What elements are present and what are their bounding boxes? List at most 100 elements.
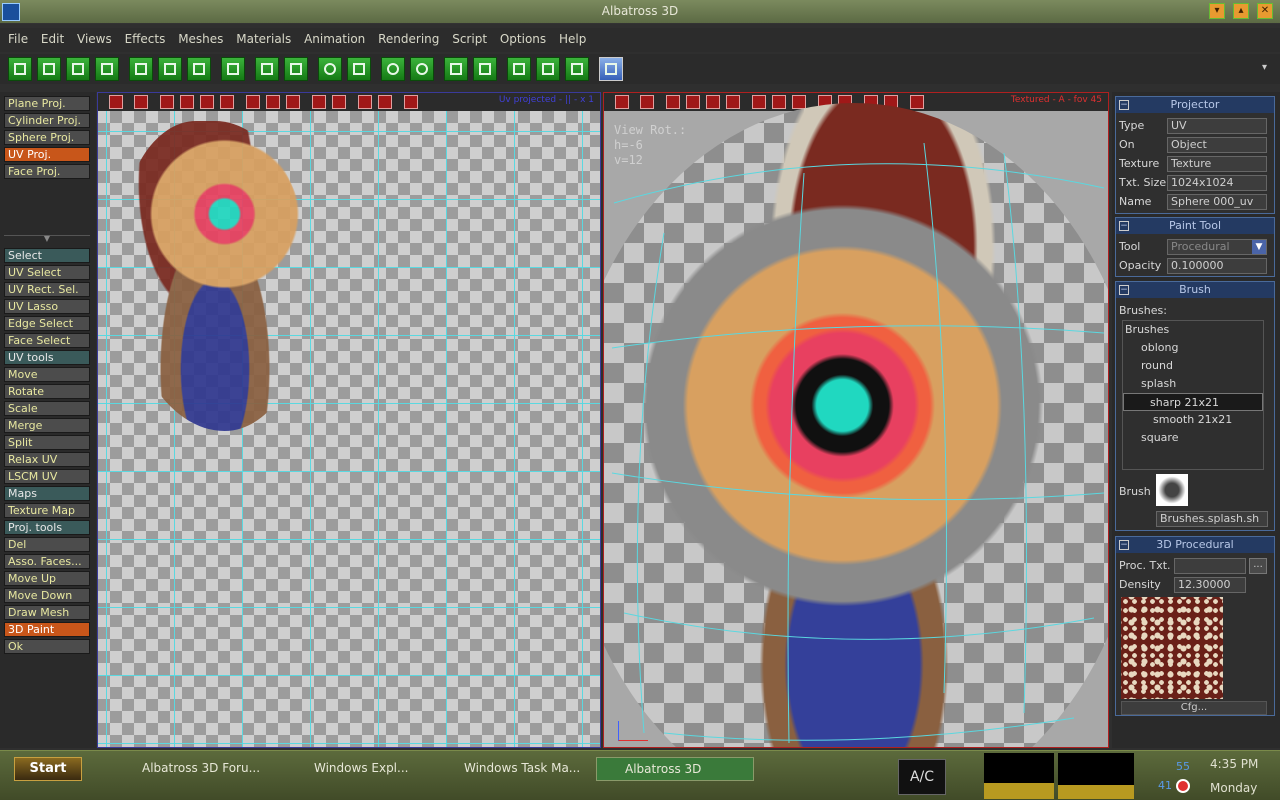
collapse-icon[interactable]: − [1119,540,1129,550]
sphere-proj-button[interactable]: Sphere Proj. [4,130,90,145]
density-spinner[interactable]: 12.30000 [1174,577,1246,593]
rotate-button[interactable]: Rotate [4,384,90,399]
window-icon[interactable] [66,57,90,81]
move-button[interactable]: Move [4,367,90,382]
collapse-icon[interactable]: − [1119,285,1129,295]
menu-file[interactable]: File [8,28,28,46]
pointer-icon[interactable] [536,57,560,81]
plane-proj-button[interactable]: Plane Proj. [4,96,90,111]
menu-effects[interactable]: Effects [125,28,166,46]
uv-rect-select-button[interactable]: UV Rect. Sel. [4,282,90,297]
tree-item-brushes[interactable]: Brushes [1123,321,1263,339]
viewport-light-icon[interactable] [312,95,326,109]
split-button[interactable]: Split [4,435,90,450]
tree-item-oblong[interactable]: oblong [1123,339,1263,357]
maximize-icon[interactable]: ▴ [1233,3,1249,19]
projector-header[interactable]: − Projector [1116,97,1274,113]
relax-uv-button[interactable]: Relax UV [4,452,90,467]
proc-txt-field[interactable] [1174,558,1246,574]
undo-icon[interactable] [255,57,279,81]
3d-paint-button[interactable]: 3D Paint [4,622,90,637]
viewport-move-icon[interactable] [200,95,214,109]
fit-icon[interactable] [129,57,153,81]
menu-options[interactable]: Options [500,28,546,46]
refresh-icon[interactable] [410,57,434,81]
draw-mesh-button[interactable]: Draw Mesh [4,605,90,620]
procedural-header[interactable]: − 3D Procedural [1116,537,1274,553]
menu-rendering[interactable]: Rendering [378,28,439,46]
redo-icon[interactable] [284,57,308,81]
uv-lasso-button[interactable]: UV Lasso [4,299,90,314]
del-button[interactable]: Del [4,537,90,552]
tree-item-splash[interactable]: splash [1123,375,1263,393]
ac-button[interactable]: A/C [898,759,946,795]
viewport-next-icon[interactable] [286,95,300,109]
texture-field[interactable]: Texture [1167,156,1267,172]
ok-button[interactable]: Ok [4,639,90,654]
clock-time[interactable]: 4:35 PM [1210,757,1258,771]
name-field[interactable]: Sphere 000_uv [1167,194,1267,210]
task-windows-explorer[interactable]: Windows Expl... [284,757,434,781]
export-icon[interactable] [187,57,211,81]
tree-item-smooth-21x21[interactable]: smooth 21x21 [1123,411,1263,429]
tray-record-icon[interactable] [1176,779,1190,793]
brush-tree[interactable]: Brushes oblong round splash sharp 21x21 … [1122,320,1264,470]
viewport-camera-icon[interactable] [109,95,123,109]
menu-script[interactable]: Script [452,28,487,46]
viewport-lock-icon[interactable] [246,95,260,109]
texture-map-button[interactable]: Texture Map [4,503,90,518]
menu-meshes[interactable]: Meshes [178,28,223,46]
collapse-icon[interactable]: − [1119,221,1129,231]
brush-path-field[interactable]: Brushes.splash.sh [1156,511,1268,527]
on-field[interactable]: Object [1167,137,1267,153]
sphere-icon[interactable] [318,57,342,81]
type-field[interactable]: UV [1167,118,1267,134]
start-button[interactable]: Start [14,757,82,781]
face-proj-button[interactable]: Face Proj. [4,164,90,179]
uv-proj-button[interactable]: UV Proj. [4,147,90,162]
download-icon[interactable] [565,57,589,81]
properties-icon[interactable] [599,57,623,81]
menu-views[interactable]: Views [77,28,112,46]
panel-splitter[interactable]: ▼ [4,235,90,243]
import-icon[interactable] [158,57,182,81]
menu-materials[interactable]: Materials [236,28,291,46]
viewport-split-icon[interactable] [220,95,234,109]
dropdown-arrow-icon[interactable]: ▼ [1252,240,1266,254]
quad-view-icon[interactable] [473,57,497,81]
tree-item-square[interactable]: square [1123,429,1263,447]
lscm-uv-button[interactable]: LSCM UV [4,469,90,484]
uv-viewport[interactable]: Uv projected - || - x 1 [97,92,601,748]
tree-item-round[interactable]: round [1123,357,1263,375]
move-up-button[interactable]: Move Up [4,571,90,586]
menu-animation[interactable]: Animation [304,28,365,46]
select-icon[interactable] [507,57,531,81]
viewport-grid2-icon[interactable] [378,95,392,109]
toolbar-overflow-icon[interactable]: ▾ [1262,62,1267,73]
viewport-grid-icon[interactable] [358,95,372,109]
viewport-orbit-icon[interactable] [180,95,194,109]
task-task-manager[interactable]: Windows Task Ma... [444,757,594,781]
brush-header[interactable]: − Brush [1116,282,1274,298]
browse-button[interactable]: ... [1249,558,1267,574]
eye-icon[interactable] [381,57,405,81]
opacity-spinner[interactable]: 0.100000 [1167,258,1267,274]
split-view-icon[interactable] [37,57,61,81]
cylinder-proj-button[interactable]: Cylinder Proj. [4,113,90,128]
menu-help[interactable]: Help [559,28,586,46]
txt-size-field[interactable]: 1024x1024 [1167,175,1267,191]
menu-edit[interactable]: Edit [41,28,64,46]
cfg-button[interactable]: Cfg... [1121,701,1267,715]
viewport-eye-icon[interactable] [332,95,346,109]
task-albatross-3d[interactable]: Albatross 3D [596,757,754,781]
viewport-pan-icon[interactable] [160,95,174,109]
paint-tool-header[interactable]: − Paint Tool [1116,218,1274,234]
move-down-button[interactable]: Move Down [4,588,90,603]
viewport-down-icon[interactable] [266,95,280,109]
edge-select-button[interactable]: Edge Select [4,316,90,331]
viewport-layout-icon[interactable] [404,95,418,109]
delete-icon[interactable] [221,57,245,81]
tree-item-sharp-21x21[interactable]: sharp 21x21 [1123,393,1263,411]
viewport-zoom-icon[interactable] [134,95,148,109]
texture-icon[interactable] [347,57,371,81]
